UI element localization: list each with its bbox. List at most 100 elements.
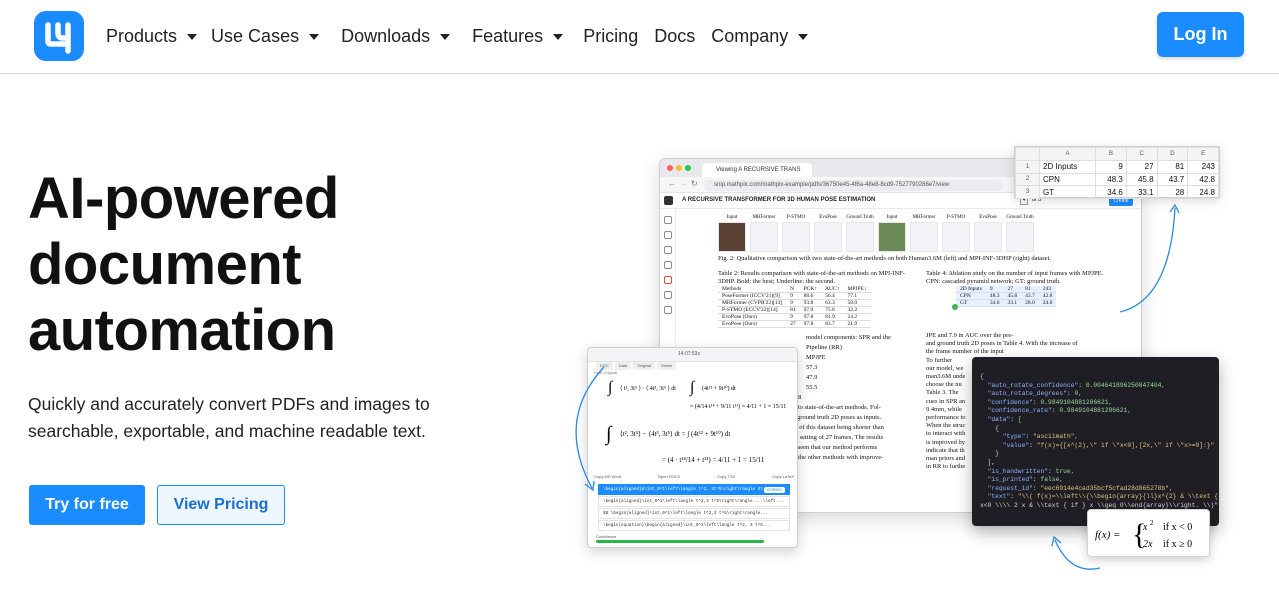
- nav-item-use-cases[interactable]: Use Cases: [211, 26, 320, 47]
- sheet-cell[interactable]: B: [1095, 147, 1127, 161]
- table-cell: 9: [786, 313, 800, 321]
- sheet-cell[interactable]: 42.8: [1187, 172, 1219, 187]
- nav-item-company[interactable]: Company: [711, 26, 809, 47]
- figure-row: [718, 222, 1118, 252]
- latex-result-row[interactable]: \begin{aligned}\int_0^1\left\langle t^2,…: [598, 496, 790, 507]
- sheet-cell[interactable]: C: [1125, 147, 1158, 161]
- table-cell: MHFormer (CVPR'22)[13]: [718, 299, 787, 307]
- case1-exp: 2: [1150, 519, 1154, 527]
- sheet-cell[interactable]: 34.6: [1095, 185, 1127, 200]
- figure-header: Input: [726, 215, 738, 220]
- json-line: "confidence_rate": 0.9849104881286621,: [987, 407, 1132, 415]
- sheet-cell[interactable]: E: [1187, 147, 1219, 161]
- table-cell: 56.4: [821, 292, 844, 300]
- document-icon: [664, 246, 672, 254]
- sheet-cell[interactable]: 28: [1156, 185, 1189, 200]
- figure-photo: [878, 222, 906, 252]
- snip-tab-original[interactable]: Original: [633, 362, 656, 370]
- json-value: 0.9849104881286621,: [1040, 398, 1113, 406]
- table-cell: EvoPose (Ours): [718, 313, 787, 321]
- figure-skeleton: [814, 222, 842, 252]
- login-button[interactable]: Log In: [1157, 12, 1244, 57]
- confidence-label: Confidence: [596, 534, 617, 539]
- back-arrow-icon: ←: [668, 179, 676, 188]
- paper-text-line: ths of this dataset being shorter than: [790, 424, 884, 431]
- snip-tab-doc[interactable]: DOC: [596, 362, 613, 370]
- sheet-cell[interactable]: GT: [1038, 185, 1097, 200]
- table-cell: 42.8: [1038, 292, 1057, 300]
- table-cell: 97.8: [799, 313, 822, 321]
- sheet-cell[interactable]: 243: [1187, 159, 1219, 174]
- svg-text:(4t¹³ + 9t¹⁰) dt: (4t¹³ + 9t¹⁰) dt: [702, 385, 736, 392]
- hero-subtitle-line: Quickly and accurately convert PDFs and …: [28, 394, 430, 414]
- sheet-cell[interactable]: [1015, 147, 1040, 161]
- latex-result-row[interactable]: \begin{aligned}&\int_0^1\left\langle t^2…: [598, 484, 790, 495]
- table-cell: 93.8: [799, 299, 822, 307]
- hero-subtitle-line: searchable, exportable, and machine read…: [28, 421, 426, 441]
- sheet-cell[interactable]: 48.3: [1095, 172, 1127, 187]
- formula-card: f(x) = { x 2 if x < 0 2x if x ≥ 0: [1087, 509, 1210, 557]
- sheet-row: 2 CPN 48.3 45.8 43.7 42.8: [1015, 172, 1219, 187]
- sheet-cell[interactable]: 24.8: [1187, 185, 1219, 200]
- svg-text:∫: ∫: [604, 423, 613, 446]
- spreadsheet-panel: A B C D E 1 2D Inputs 9 27 81 243 2 CPN 48.3 45.8 43.7 4…: [1014, 146, 1220, 200]
- hero-title: AI-powered document automation: [28, 166, 448, 364]
- table-cell: 88.6: [799, 292, 822, 300]
- latex-result-row[interactable]: $$ \begin{aligned}\int_0^1\left\langle t…: [598, 508, 790, 519]
- app-logo-icon: [664, 196, 673, 205]
- paper-text-line: man3.6M unde: [926, 373, 966, 380]
- sheet-cell[interactable]: 2D Inputs: [1038, 159, 1097, 174]
- table-cell: 83.7: [821, 320, 844, 328]
- formula-render: f(x) = { x 2 if x < 0 2x if x ≥ 0: [1095, 518, 1192, 551]
- figure-caption: Fig. 2: Qualitative comparison with two …: [718, 255, 1052, 262]
- nav-item-features[interactable]: Features: [472, 26, 564, 47]
- confidence-bar: [596, 540, 764, 543]
- view-pricing-button[interactable]: View Pricing: [157, 485, 285, 525]
- paper-text-line: all the other methods with improve-: [790, 454, 884, 461]
- table-cell: 9: [786, 299, 800, 307]
- nav-item-docs[interactable]: Docs: [654, 26, 695, 47]
- figure-header: EvoPose: [819, 215, 837, 220]
- nav-item-products[interactable]: Products: [106, 26, 198, 47]
- sheet-cell[interactable]: D: [1156, 147, 1189, 161]
- hero-subtitle: Quickly and accurately convert PDFs and …: [28, 391, 468, 445]
- svg-text:⟨t², 3t⁵⟩ − ⟨4t³, 3t⁵⟩ dt = ∫: ⟨t², 3t⁵⟩ − ⟨4t³, 3t⁵⟩ dt = ∫ (4t¹³ + 9t…: [620, 430, 730, 438]
- snip-tab-data[interactable]: Data: [614, 362, 632, 370]
- svg-text:∫: ∫: [689, 379, 696, 397]
- json-line: "auto_rotate_degrees": 0,: [987, 390, 1083, 398]
- nav-menu: Products Use Cases Downloads Features Pricin…: [106, 26, 809, 47]
- sheet-cell[interactable]: 27: [1125, 159, 1158, 174]
- nav-item-pricing[interactable]: Pricing: [583, 26, 638, 47]
- sheet-cell[interactable]: 3: [1015, 185, 1040, 200]
- sheet-cell[interactable]: 1: [1015, 159, 1040, 174]
- json-line: "is_handwritten": true,: [987, 467, 1075, 475]
- chevron-down-icon: [553, 33, 564, 40]
- snip-tab-solver[interactable]: Solver: [657, 362, 677, 370]
- table2-row: EvoPose (Ours) 9 97.8 81.9 24.2: [718, 313, 871, 321]
- sheet-cell[interactable]: 81: [1156, 159, 1189, 174]
- try-for-free-button[interactable]: Try for free: [29, 485, 145, 525]
- sheet-cell[interactable]: 43.7: [1156, 172, 1189, 187]
- latex-result-row[interactable]: \begin{equation}\begin{aligned}\int_0^1\…: [598, 520, 790, 531]
- table-cell: 9: [786, 292, 800, 300]
- sheet-cell[interactable]: 45.8: [1125, 172, 1158, 187]
- json-line: {: [980, 373, 984, 380]
- copy-ms-word-button: Copy MS Word: [594, 474, 622, 479]
- paper-text-line: 57.3: [806, 364, 818, 371]
- table-cell: 58.0: [843, 299, 871, 307]
- sheet-cell[interactable]: 2: [1015, 172, 1040, 187]
- mathpix-logo[interactable]: [34, 11, 84, 61]
- json-line: "auto_rotate_confidence": 0.004641896250…: [987, 381, 1166, 389]
- file-icon: [664, 261, 672, 269]
- table-cell: MPJPE↓: [843, 286, 871, 293]
- sheet-cell[interactable]: 33.1: [1125, 185, 1158, 200]
- sheet-cell[interactable]: CPN: [1038, 172, 1097, 187]
- nav-item-downloads[interactable]: Downloads: [341, 26, 451, 47]
- table-cell: 97.9: [799, 306, 822, 314]
- json-key: "text": [987, 493, 1011, 501]
- sheet-cell[interactable]: 9: [1095, 159, 1127, 174]
- search-icon: [664, 216, 672, 224]
- paper-text-line: performance to: [926, 414, 966, 421]
- sheet-row: 3 GT 34.6 33.1 28 24.8: [1015, 185, 1219, 200]
- sheet-cell[interactable]: A: [1038, 147, 1097, 161]
